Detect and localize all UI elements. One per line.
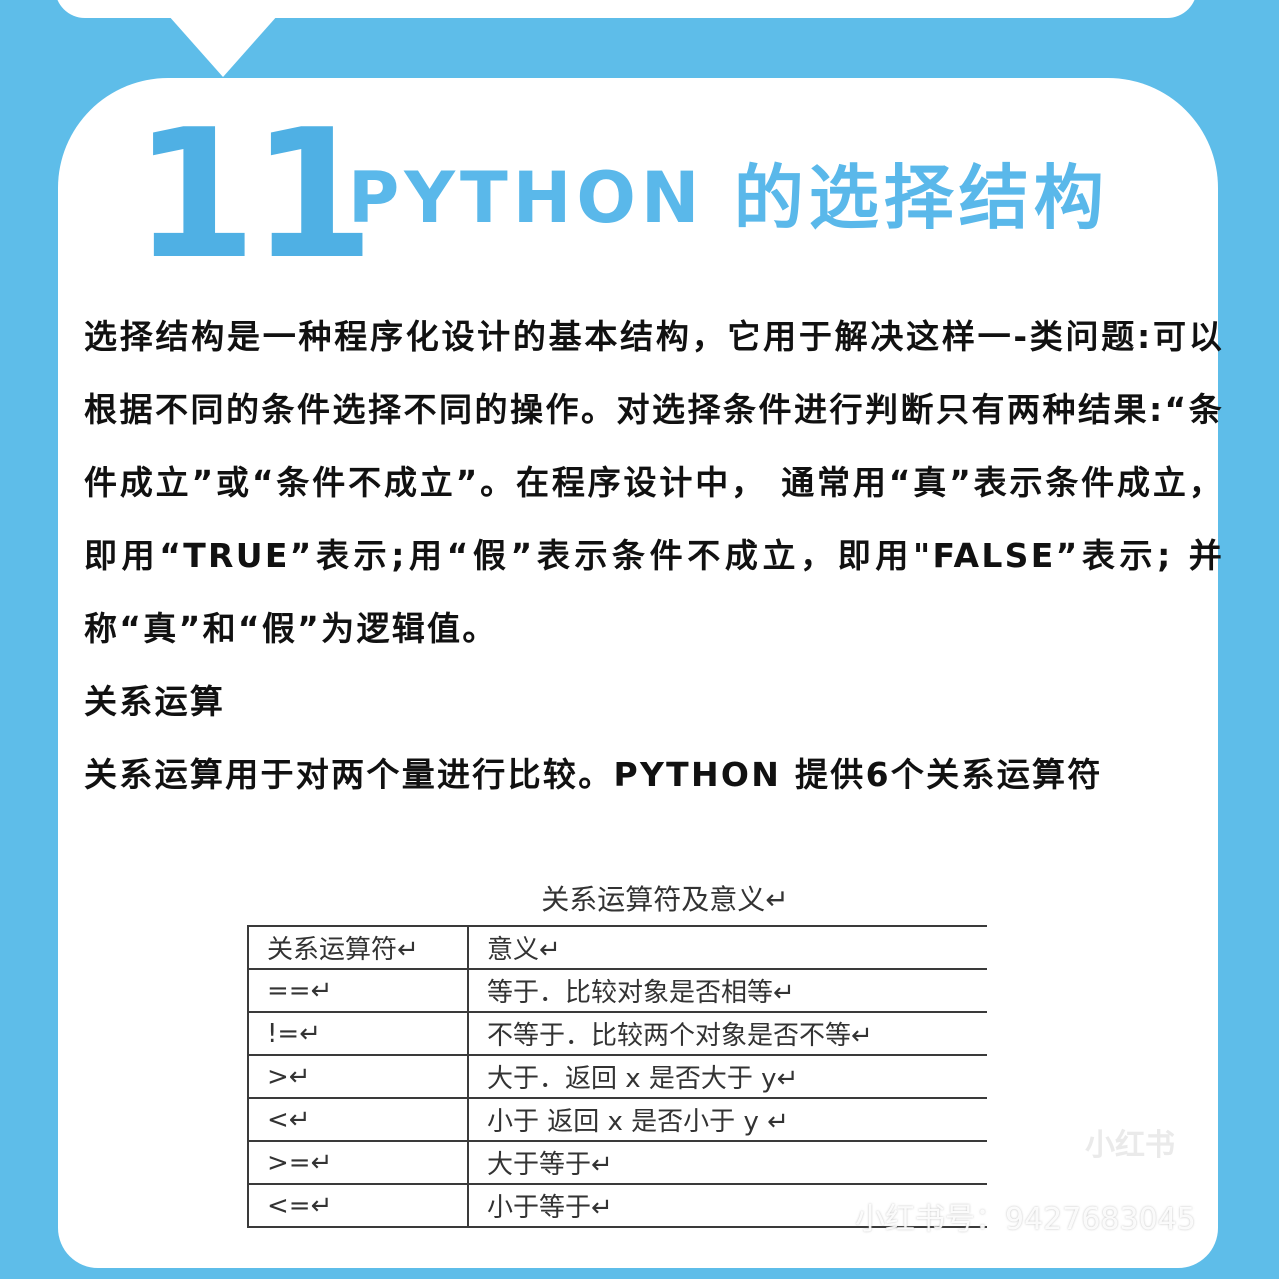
operator-cell: >=↵ [247,1140,469,1185]
operator-cell: !=↵ [247,1011,469,1056]
intro-paragraph: 选择结构是一种程序化设计的基本结构，它用于解决这样一-类问题:可以根据不同的条件… [84,317,1224,648]
operator-cell: <↵ [247,1097,469,1142]
table-caption: 关系运算符及意义↵ [541,883,789,916]
watermark-text: 小红书号：9427683045 [855,1202,1196,1237]
section-heading: 关系运算 [84,682,226,721]
meaning-cell: 不等于．比较两个对象是否不等↵ [467,1011,987,1056]
operator-cell: ==↵ [247,968,469,1013]
operator-cell: <=↵ [247,1183,469,1228]
table-row: ==↵ 等于．比较对象是否相等↵ [247,968,987,1013]
operator-cell: >↵ [247,1054,469,1099]
table-row: >=↵ 大于等于↵ [247,1140,987,1185]
table-header-row: 关系运算符↵ 意义↵ [247,925,987,970]
header-meaning: 意义↵ [467,925,987,970]
meaning-cell: 大于．返回 x 是否大于 y↵ [467,1054,987,1099]
chapter-title: PYTHON 的选择结构 [348,157,1109,239]
table-row: !=↵ 不等于．比较两个对象是否不等↵ [247,1011,987,1056]
meaning-cell: 等于．比较对象是否相等↵ [467,968,987,1013]
operator-table: 关系运算符↵ 意义↵ ==↵ 等于．比较对象是否相等↵ !=↵ 不等于．比较两个… [247,925,987,1228]
table-row: <↵ 小于 返回 x 是否小于 y ↵ [247,1097,987,1142]
section-text: 关系运算用于对两个量进行比较。PYTHON 提供6个关系运算符 [84,755,1103,794]
meaning-cell: 大于等于↵ [467,1140,987,1185]
chapter-number: 11 [133,91,375,298]
meaning-cell: 小于 返回 x 是否小于 y ↵ [467,1097,987,1142]
table-row: >↵ 大于．返回 x 是否大于 y↵ [247,1054,987,1099]
watermark-logo: 小红书 [1085,1128,1175,1163]
speech-bubble-tail [168,15,278,77]
body-text: 选择结构是一种程序化设计的基本结构，它用于解决这样一-类问题:可以根据不同的条件… [84,300,1224,811]
header-operator: 关系运算符↵ [247,925,469,970]
